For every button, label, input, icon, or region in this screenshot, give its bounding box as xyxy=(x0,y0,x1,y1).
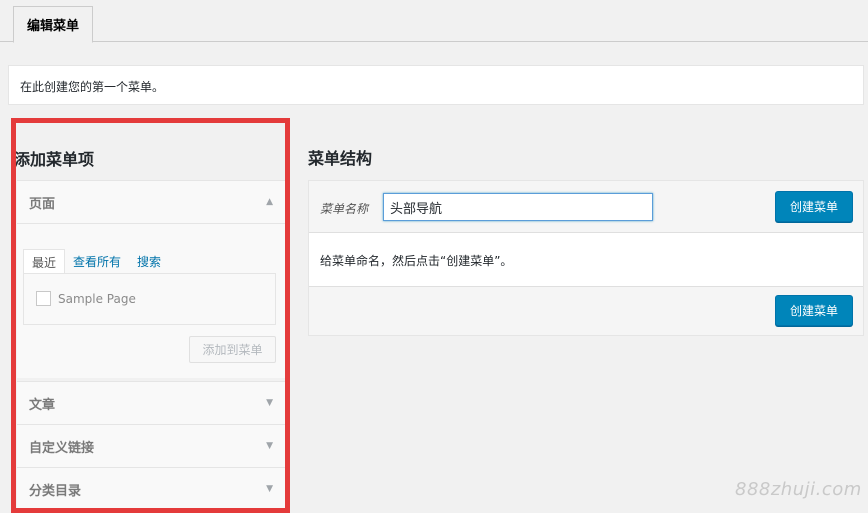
pages-sub-tabs: 最近 查看所有 搜索 xyxy=(23,249,169,276)
menu-hint: 给菜单命名，然后点击“创建菜单”。 xyxy=(309,233,863,287)
page-item-label: Sample Page xyxy=(58,291,136,306)
menu-name-input[interactable] xyxy=(383,193,653,221)
accordion-pages-body: 最近 查看所有 搜索 Sample Page 添加到菜单 xyxy=(17,223,285,378)
arrow-down-icon: ▼ xyxy=(266,484,273,494)
add-menu-items-title: 添加菜单项 xyxy=(14,150,95,169)
notice-message: 在此创建您的第一个菜单。 xyxy=(8,65,864,105)
accordion-pages-header[interactable]: 页面 ▲ xyxy=(17,181,285,223)
tab-edit-menu[interactable]: 编辑菜单 xyxy=(13,6,93,43)
accordion-categories-header[interactable]: 分类目录 ▼ xyxy=(17,468,285,508)
menu-structure-title: 菜单结构 xyxy=(308,149,373,168)
add-to-menu-button[interactable]: 添加到菜单 xyxy=(189,336,276,363)
accordion-posts: 文章 ▼ xyxy=(17,381,285,424)
arrow-down-icon: ▼ xyxy=(266,398,273,408)
page-item-checkbox[interactable] xyxy=(36,291,51,306)
arrow-up-icon: ▲ xyxy=(266,197,273,207)
menu-header: 菜单名称 创建菜单 xyxy=(309,181,863,233)
accordion-custom-links-label: 自定义链接 xyxy=(29,440,95,456)
create-menu-button[interactable]: 创建菜单 xyxy=(775,191,853,222)
accordion-pages: 页面 ▲ 最近 查看所有 搜索 Sample Page 添加到菜单 xyxy=(17,180,285,378)
add-menu-items-panel: 添加菜单项 页面 ▲ 最近 查看所有 搜索 Sample Page 添加到菜单 … xyxy=(11,118,290,513)
tab-recent[interactable]: 最近 xyxy=(23,249,66,276)
page-item[interactable]: Sample Page xyxy=(36,291,136,306)
accordion-pages-label: 页面 xyxy=(29,196,56,212)
create-menu-button-bottom[interactable]: 创建菜单 xyxy=(775,295,853,326)
accordion-categories-label: 分类目录 xyxy=(29,483,82,499)
arrow-down-icon: ▼ xyxy=(266,441,273,451)
pages-list-panel: Sample Page xyxy=(23,273,276,325)
menu-footer: 创建菜单 xyxy=(309,287,863,335)
watermark: 888zhuji.com xyxy=(735,479,862,500)
nav-tab-bar: 编辑菜单 xyxy=(0,0,868,43)
accordion-categories: 分类目录 ▼ xyxy=(17,467,285,508)
menu-structure-box: 菜单名称 创建菜单 给菜单命名，然后点击“创建菜单”。 创建菜单 xyxy=(308,180,864,336)
accordion-custom-links: 自定义链接 ▼ xyxy=(17,424,285,467)
accordion-custom-links-header[interactable]: 自定义链接 ▼ xyxy=(17,425,285,467)
menu-name-label: 菜单名称 xyxy=(320,202,369,216)
accordion-posts-label: 文章 xyxy=(29,397,56,413)
tab-search[interactable]: 搜索 xyxy=(129,249,169,276)
accordion-posts-header[interactable]: 文章 ▼ xyxy=(17,382,285,424)
tab-view-all[interactable]: 查看所有 xyxy=(65,249,129,276)
